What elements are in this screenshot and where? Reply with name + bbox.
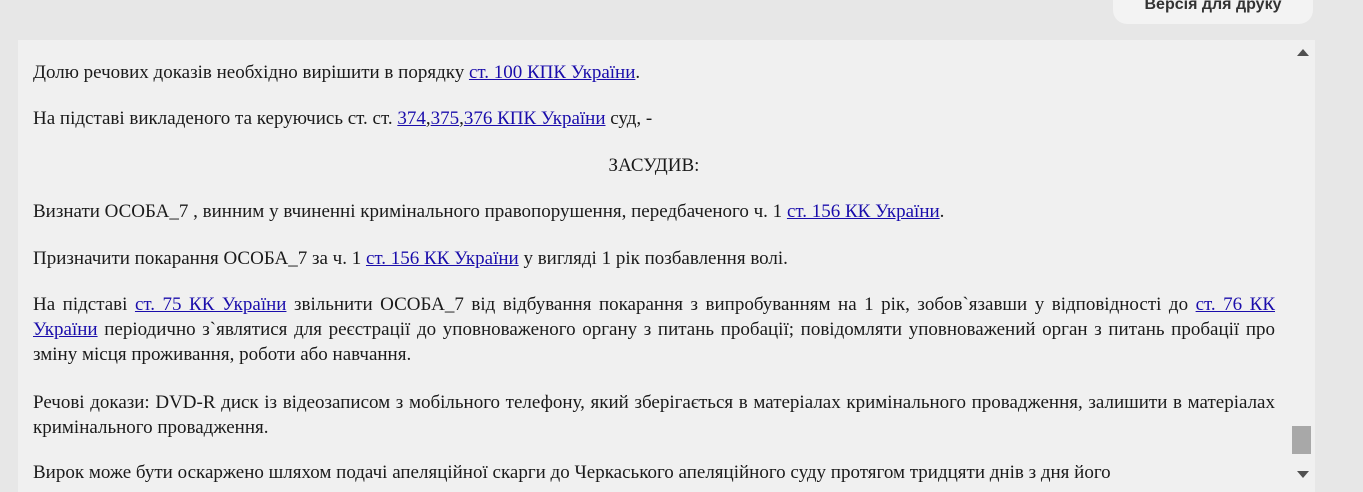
link-art-376-kpk[interactable]: 376 КПК України [464,108,606,129]
text: . [939,201,945,222]
link-art-100-kpk[interactable]: ст. 100 КПК України [469,62,635,83]
link-art-156-kk[interactable]: ст. 156 КК України [787,201,940,222]
text: . [635,62,641,83]
text: На підставі [33,294,135,315]
paragraph-evidence-fate: Долю речових доказів необхідно вирішити … [33,60,1275,85]
paragraph-legal-basis: На підставі викладеного та керуючись ст.… [33,106,1275,131]
text: у вигляді 1 рік позбавлення волі. [518,248,788,269]
text: Призначити покарання ОСОБА_7 за ч. 1 [33,248,366,269]
link-art-374[interactable]: 374 [397,108,426,129]
scroll-down-arrow-icon[interactable] [1297,471,1309,478]
paragraph-appeal: Вирок може бути оскаржено шляхом подачі … [33,462,1111,483]
scroll-up-arrow-icon[interactable] [1297,49,1309,56]
text: звільнити ОСОБА_7 від відбування покаран… [286,294,1196,315]
text: періодично з`являтися для реєстрації до … [33,319,1275,365]
link-art-375[interactable]: 375 [431,108,460,129]
link-art-75-kk[interactable]: ст. 75 КК України [135,294,287,315]
vertical-scrollbar[interactable] [1290,40,1315,492]
document-panel[interactable]: Долю речових доказів необхідно вирішити … [18,40,1315,492]
scrollbar-thumb[interactable] [1292,426,1311,454]
text: На підставі викладеного та керуючись ст.… [33,108,398,129]
paragraph-material-evidence: Речові докази: DVD-R диск із відеозаписо… [33,392,1275,438]
verdict-heading: ЗАСУДИВ: [608,155,700,176]
print-version-button[interactable]: Версія для друку [1113,0,1313,24]
paragraph-guilty: Визнати ОСОБА_7 , винним у вчиненні крим… [33,199,1275,224]
paragraph-probation: На підставі ст. 75 КК України звільнити … [33,292,1275,367]
text: суд, - [605,108,653,129]
paragraph-sentence: Призначити покарання ОСОБА_7 за ч. 1 ст.… [33,246,1275,271]
text: Долю речових доказів необхідно вирішити … [33,62,469,83]
link-art-156-kk[interactable]: ст. 156 КК України [366,248,519,269]
text: Визнати ОСОБА_7 , винним у вчиненні крим… [33,201,787,222]
